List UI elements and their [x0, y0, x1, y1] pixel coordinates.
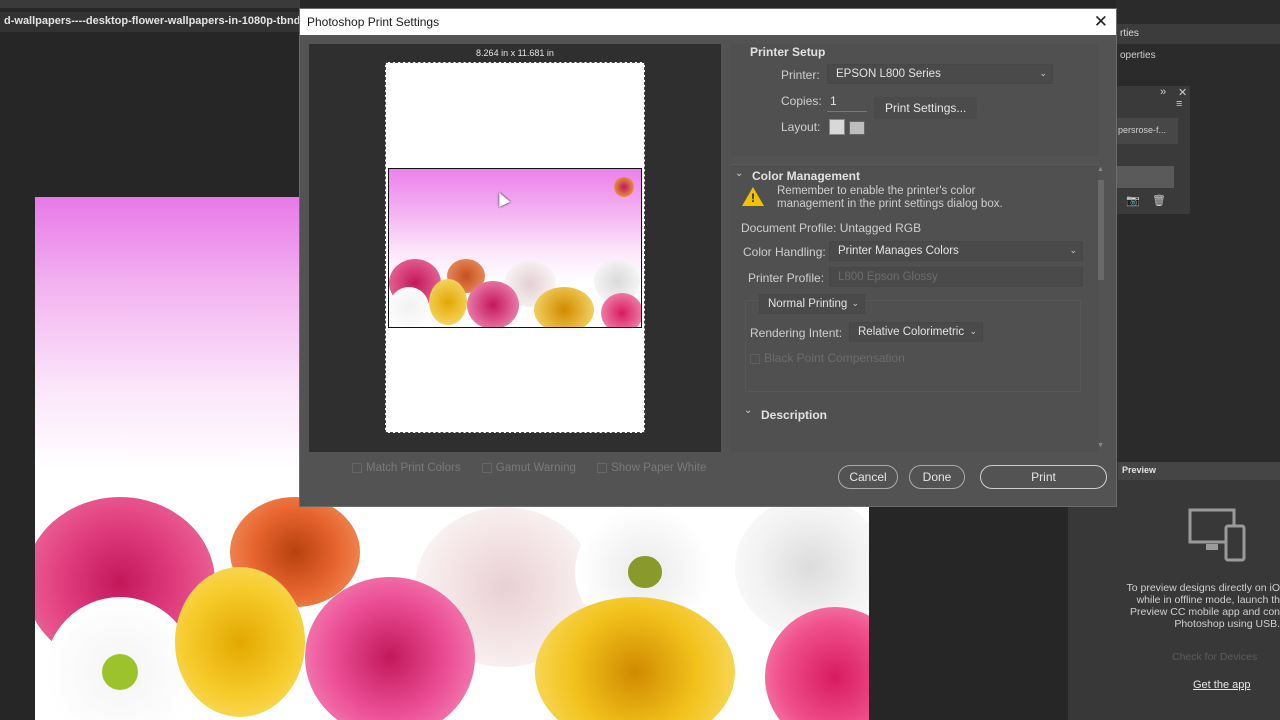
flower-mini [614, 177, 634, 197]
print-button[interactable]: Print [980, 465, 1107, 489]
check-devices-link[interactable]: Check for Devices [1172, 651, 1257, 663]
layers-panel: » ✕ ≡ persrose-f... 📷 🗑 [1116, 86, 1190, 214]
printing-mode-value: Normal Printing [768, 298, 848, 310]
print-settings-dialog: Photoshop Print Settings ✕ 8.264 in x 11… [299, 8, 1117, 507]
flower-mini [429, 279, 467, 325]
printer-value: EPSON L800 Series [836, 68, 941, 80]
flower-mini [534, 287, 594, 327]
properties-label: operties [1120, 50, 1156, 61]
printer-setup-heading: Printer Setup [750, 45, 826, 59]
match-print-colors-option[interactable]: Match Print Colors [352, 462, 461, 474]
chevron-down-icon: ⌄ [851, 298, 859, 308]
rendering-intent-label: Rendering Intent: [750, 326, 843, 340]
description-chevron-icon[interactable]: ⌄ [744, 405, 752, 416]
scroll-up-icon[interactable]: ▲ [1097, 166, 1104, 173]
settings-pane: Printer Setup Printer: EPSON L800 Series… [731, 44, 1107, 452]
portrait-layout-icon[interactable] [829, 119, 845, 135]
printer-profile-label: Printer Profile: [748, 271, 825, 285]
panel-menu-icon[interactable]: ≡ [1176, 98, 1182, 110]
rendering-intent-select[interactable]: Relative Colorimetric ⌄ [849, 322, 983, 342]
print-preview-area: 8.264 in x 11.681 in [309, 44, 721, 452]
done-button[interactable]: Done [909, 465, 965, 489]
flower-yellow-rose [175, 567, 305, 717]
color-handling-select[interactable]: Printer Manages Colors ⌄ [829, 241, 1083, 261]
document-tab[interactable]: d-wallpapers----desktop-flower-wallpaper… [0, 12, 300, 32]
printer-profile-select: L800 Epson Glossy [829, 267, 1083, 287]
copies-input[interactable]: 1 [827, 92, 867, 112]
printed-image-preview[interactable] [388, 168, 642, 328]
options-bar [0, 0, 300, 8]
printer-label: Printer: [781, 68, 820, 82]
layer-row[interactable]: persrose-f... [1116, 118, 1178, 144]
gamut-warning-checkbox[interactable] [481, 462, 492, 473]
devices-icon [1188, 508, 1246, 562]
match-print-colors-checkbox[interactable] [352, 462, 362, 473]
printer-select[interactable]: EPSON L800 Series ⌄ [827, 64, 1053, 84]
dialog-title: Photoshop Print Settings [307, 15, 440, 29]
print-settings-button[interactable]: Print Settings... [874, 97, 978, 119]
paper-size-label: 8.264 in x 11.681 in [476, 48, 554, 58]
scroll-down-icon[interactable]: ▼ [1097, 442, 1104, 449]
preview-options: Match Print Colors Gamut Warning Show Pa… [352, 462, 724, 474]
color-management-heading[interactable]: Color Management [752, 169, 860, 183]
paper-preview [385, 62, 645, 433]
trash-icon[interactable]: 🗑 [1152, 194, 1166, 207]
scrollbar-thumb[interactable] [1098, 180, 1104, 280]
properties-tab[interactable]: rties [1116, 24, 1280, 44]
chevron-down-icon: ⌄ [969, 326, 977, 336]
landscape-layout-icon[interactable] [849, 121, 865, 135]
gamut-warning-option[interactable]: Gamut Warning [481, 462, 576, 474]
document-profile: Document Profile: Untagged RGB [741, 221, 922, 235]
black-point-label: Black Point Compensation [764, 351, 905, 365]
black-point-option: Black Point Compensation [750, 351, 905, 365]
layout-label: Layout: [781, 120, 821, 134]
printing-mode-select[interactable]: Normal Printing ⌄ [759, 294, 865, 314]
flower-mini [601, 293, 641, 327]
rendering-intent-value: Relative Colorimetric [858, 326, 965, 338]
show-paper-white-option[interactable]: Show Paper White [597, 462, 706, 474]
show-paper-white-checkbox[interactable] [597, 462, 608, 473]
flower-mini [467, 281, 519, 327]
black-point-checkbox [750, 353, 760, 364]
description-heading[interactable]: Description [761, 408, 827, 422]
collapse-chevron-icon[interactable]: ⌄ [735, 168, 743, 179]
copies-label: Copies: [781, 94, 822, 108]
cancel-button[interactable]: Cancel [838, 465, 898, 489]
chevron-down-icon: ⌄ [1039, 68, 1047, 78]
collapse-icon[interactable]: » [1160, 86, 1166, 98]
dialog-titlebar: Photoshop Print Settings ✕ [300, 9, 1116, 35]
close-icon[interactable]: ✕ [1094, 12, 1108, 32]
camera-icon[interactable]: 📷 [1126, 194, 1140, 207]
get-app-link[interactable]: Get the app [1193, 679, 1251, 691]
flower-mini [389, 287, 429, 327]
layer-row-selected[interactable] [1116, 166, 1174, 188]
color-management-section: ⌄ Color Management ! Remember to enable … [731, 164, 1099, 452]
color-handling-value: Printer Manages Colors [838, 245, 959, 257]
color-handling-label: Color Handling: [743, 245, 826, 259]
settings-scrollbar[interactable]: ▲ ▼ [1097, 166, 1105, 452]
warning-icon: ! [742, 187, 764, 206]
chevron-down-icon: ⌄ [1069, 245, 1077, 255]
printer-setup-section: Printer Setup Printer: EPSON L800 Series… [731, 44, 1099, 156]
preview-panel-header[interactable]: Preview [1118, 462, 1280, 480]
warning-message: Remember to enable the printer's color m… [777, 185, 1003, 210]
printer-profile-value: L800 Epson Glossy [838, 271, 938, 283]
preview-message: To preview designs directly on iO while … [1126, 582, 1280, 630]
